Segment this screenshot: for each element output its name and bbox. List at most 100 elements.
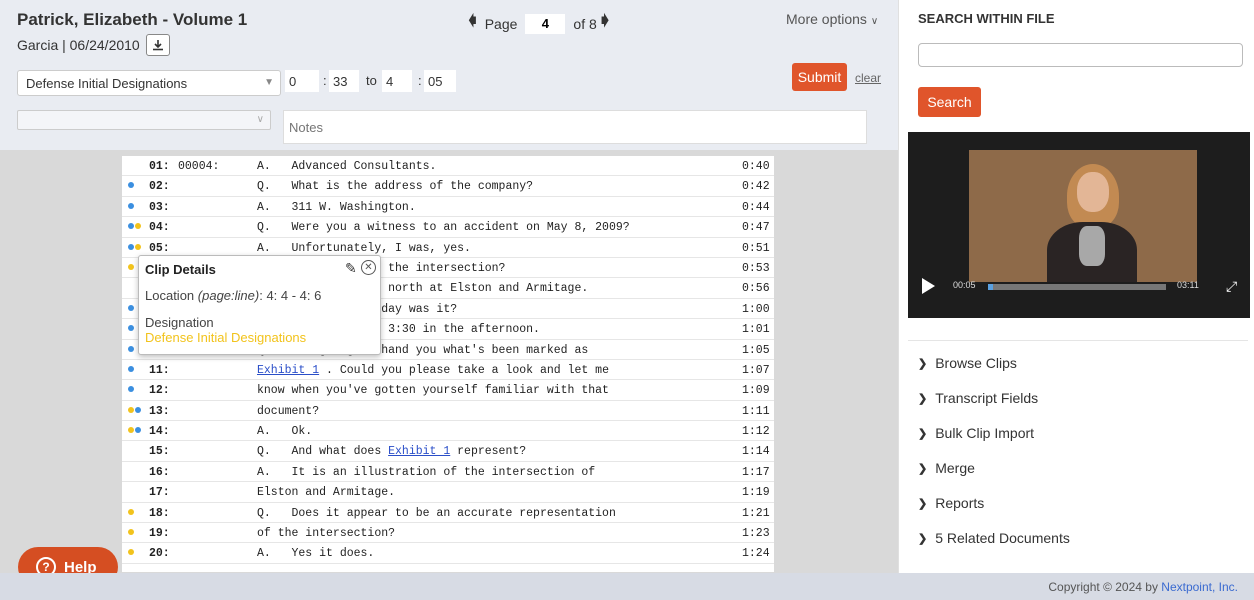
designation-markers [128, 202, 148, 211]
sidebar-item-related-documents[interactable]: ❯ 5 Related Documents [918, 530, 1070, 546]
line-timestamp: 1:11 [742, 404, 770, 418]
transcript-line[interactable]: 02: Q. What is the address of the company… [122, 176, 774, 197]
copyright-text: Copyright © 2024 by Nextpoint, Inc. [1048, 580, 1238, 594]
end-line-input[interactable] [424, 70, 456, 92]
line-text: Q. And what does Exhibit 1 represent? [257, 445, 527, 459]
designation-markers [128, 365, 148, 374]
notes-input[interactable] [283, 110, 867, 144]
document-title: Patrick, Elizabeth - Volume 1 [17, 10, 248, 29]
transcript-view[interactable]: 01: 00004: A. Advanced Consultants. 0:40 02:… [122, 156, 774, 572]
page-label: Page [484, 15, 518, 32]
line-number: 17: [149, 486, 170, 500]
yellow-marker-dot [128, 263, 134, 270]
sidebar-item-transcript-fields[interactable]: ❯ Transcript Fields [918, 390, 1038, 406]
exhibit-link[interactable]: Exhibit 1 [388, 445, 450, 458]
download-icon [152, 40, 163, 51]
start-page-input[interactable] [285, 70, 319, 92]
close-icon[interactable]: ✕ [361, 260, 376, 275]
transcript-line[interactable]: 17: Elston and Armitage. 1:19 [122, 482, 774, 503]
clip-designation-label: Designation [145, 315, 214, 330]
sidebar-item-merge[interactable]: ❯ Merge [918, 460, 975, 476]
transcript-line[interactable]: 16: A. It is an illustration of the inter… [122, 462, 774, 483]
line-number: 01: [149, 160, 170, 173]
transcript-line[interactable]: 11: Exhibit 1 . Could you please take a l… [122, 360, 774, 381]
video-frame [969, 150, 1197, 282]
yellow-marker-dot [128, 549, 134, 556]
pencil-icon[interactable]: ✎ [345, 260, 357, 277]
video-total-time: 03:11 [1177, 280, 1199, 290]
page-count: of 8 [573, 15, 597, 32]
blue-marker-dot [128, 182, 134, 189]
line-text: Exhibit 1 . Could you please take a look… [257, 363, 609, 377]
designation-markers [128, 549, 148, 557]
line-timestamp: 1:05 [742, 343, 770, 357]
blue-marker-dot [128, 304, 134, 311]
clip-designation-value: Defense Initial Designations [145, 330, 307, 345]
line-text: A. Unfortunately, I was, yes. [257, 241, 471, 255]
transcript-line[interactable]: 01: 00004: A. Advanced Consultants. 0:40 [122, 156, 774, 177]
line-timestamp: 1:00 [742, 302, 770, 316]
designation-markers [128, 162, 148, 170]
line-timestamp: 0:51 [742, 241, 770, 255]
video-progress-bar[interactable] [988, 284, 1166, 290]
yellow-marker-dot [135, 223, 141, 230]
line-number: 13: [149, 404, 170, 418]
search-button[interactable]: Search [918, 87, 981, 117]
sidebar-item-bulk-clip-import[interactable]: ❯ Bulk Clip Import [918, 425, 1034, 441]
end-page-input[interactable] [382, 70, 412, 92]
line-timestamp: 0:53 [742, 261, 770, 275]
line-text: Elston and Armitage. [257, 486, 396, 500]
designation-markers [128, 427, 148, 435]
transcript-line[interactable]: 04: Q. Were you a witness to an accident … [122, 217, 774, 238]
download-button[interactable] [145, 34, 170, 56]
transcript-line[interactable]: 18: Q. Does it appear to be an accurate r… [122, 503, 774, 524]
fullscreen-icon[interactable]: ⤢ [1226, 278, 1242, 294]
clear-link[interactable]: clear [855, 71, 881, 85]
line-timestamp: 0:40 [742, 160, 770, 173]
document-subtitle: Garcia | 06/24/2010 [17, 34, 170, 56]
transcript-line[interactable]: 19: of the intersection? 1:23 [122, 523, 774, 544]
company-link[interactable]: Nextpoint, Inc. [1161, 580, 1238, 594]
transcript-line[interactable]: 12: know when you've gotten yourself fami… [122, 380, 774, 401]
line-timestamp: 1:09 [742, 384, 770, 398]
transcript-line[interactable]: 15: Q. And what does Exhibit 1 represent?… [122, 441, 774, 462]
chevron-down-icon: ∨ [870, 16, 879, 27]
start-line-input[interactable] [329, 70, 359, 92]
chevron-right-icon: ❯ [918, 427, 928, 440]
line-text: A. Ok. [257, 425, 313, 439]
transcript-line[interactable]: 03: A. 311 W. Washington. 0:44 [122, 197, 774, 218]
page-number-input[interactable] [525, 13, 566, 34]
line-number: 16: [149, 465, 170, 479]
dropdown-caret-icon: ▼ [264, 77, 274, 88]
secondary-select[interactable]: ∨ [17, 110, 271, 130]
designation-select[interactable]: Defense Initial Designations ▼ [17, 70, 281, 96]
clip-location: Location (page:line): 4: 4 - 4: 6 [145, 288, 322, 303]
designation-markers [128, 508, 148, 517]
video-player[interactable]: 00:05 03:11 ⤢ [908, 132, 1250, 318]
submit-button[interactable]: Submit [792, 63, 847, 91]
exhibit-link[interactable]: Exhibit 1 [257, 364, 319, 377]
line-number: 11: [149, 363, 170, 377]
line-text: A. Yes it does. [257, 547, 375, 561]
line-timestamp: 1:21 [742, 506, 770, 520]
transcript-line[interactable]: 14: A. Ok. 1:12 [122, 421, 774, 442]
more-options-menu[interactable]: More options ∨ [786, 11, 878, 27]
prev-page-icon[interactable]: 🡀 [468, 10, 477, 37]
blue-marker-dot [128, 345, 134, 352]
sidebar-item-browse-clips[interactable]: ❯ Browse Clips [918, 355, 1017, 371]
blue-marker-dot [135, 406, 141, 413]
chevron-right-icon: ❯ [918, 497, 928, 510]
next-page-icon[interactable]: 🡂 [601, 10, 610, 37]
transcript-line[interactable]: 13: document? 1:11 [122, 401, 774, 422]
designation-markers [128, 468, 148, 476]
designation-markers [128, 223, 148, 231]
divider [908, 340, 1248, 341]
sidebar-item-reports[interactable]: ❯ Reports [918, 495, 984, 511]
line-number: 03: [149, 200, 170, 214]
transcript-line[interactable]: 20: A. Yes it does. 1:24 [122, 543, 774, 564]
line-number: 19: [149, 527, 170, 541]
play-icon[interactable] [922, 278, 935, 294]
more-options-label: More options [786, 11, 867, 27]
line-text: Q. Does it appear to be an accurate repr… [257, 506, 616, 520]
search-input[interactable] [918, 43, 1243, 67]
